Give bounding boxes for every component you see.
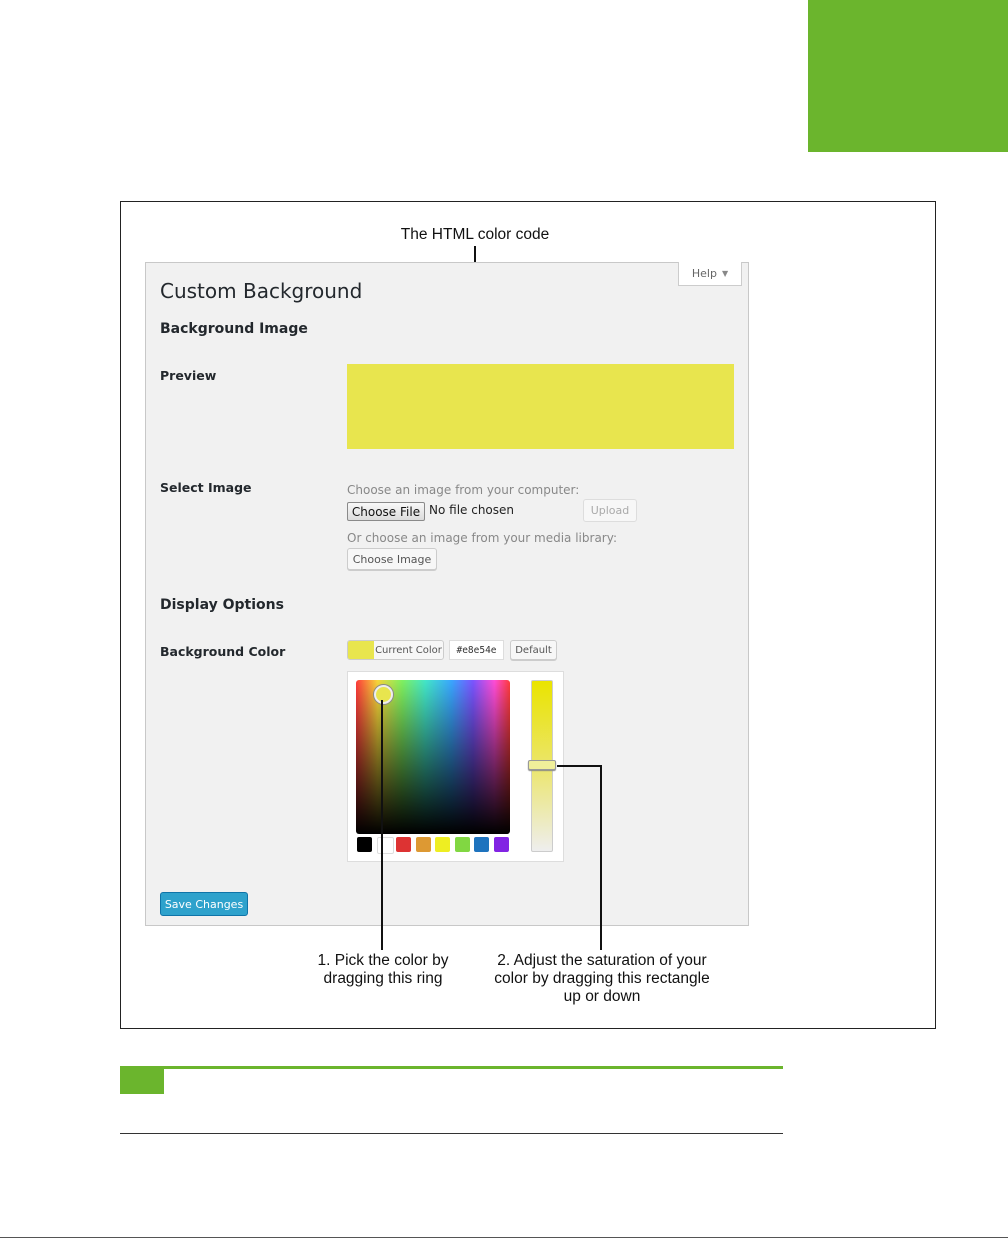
palette-swatch[interactable]: [415, 837, 431, 852]
tip-divider: [120, 1133, 783, 1134]
callout-html-color-code: The HTML color code: [400, 226, 550, 243]
chapter-tab: [808, 0, 1008, 152]
callout-line-slider-h: [557, 765, 601, 767]
tip-icon-box: [120, 1069, 164, 1094]
library-hint: Or choose an image from your media libra…: [347, 531, 617, 545]
caret-down-icon: ▼: [721, 269, 729, 278]
computer-hint: Choose an image from your computer:: [347, 483, 580, 497]
palette-swatch[interactable]: [396, 837, 411, 852]
current-color-swatch: [348, 641, 374, 659]
help-label: Help: [691, 267, 717, 280]
palette-swatch[interactable]: [435, 837, 450, 852]
hex-color-input[interactable]: #e8e54e: [449, 640, 504, 660]
callout-adjust-line-1: 2. Adjust the saturation of your: [497, 952, 707, 969]
current-color-label: Current Color: [375, 644, 442, 656]
callout-pick-color-line-1: 1. Pick the color by: [317, 952, 449, 969]
preview-label: Preview: [160, 368, 217, 383]
callout-adjust-line-2: color by dragging this rectangle: [494, 970, 710, 987]
saturation-slider-handle[interactable]: [528, 760, 556, 770]
palette-swatch[interactable]: [357, 837, 372, 852]
choose-image-button[interactable]: Choose Image: [347, 548, 437, 570]
choose-file-button[interactable]: Choose File: [347, 502, 425, 521]
callout-pick-color: 1. Pick the color by dragging this ring: [300, 952, 466, 988]
background-color-label: Background Color: [160, 644, 286, 659]
page-title: Custom Background: [160, 279, 363, 303]
select-image-label: Select Image: [160, 480, 252, 495]
palette-swatch[interactable]: [474, 837, 489, 852]
palette-swatch[interactable]: [493, 837, 509, 852]
callout-line-ring: [381, 700, 383, 950]
current-color-button[interactable]: Current Color: [347, 640, 444, 660]
color-picker-ring[interactable]: [374, 685, 393, 704]
section-title-display-options: Display Options: [160, 597, 284, 613]
background-preview: [347, 364, 734, 449]
section-title-background-image: Background Image: [160, 321, 308, 337]
palette-swatch[interactable]: [376, 837, 394, 854]
callout-adjust-line-3: up or down: [563, 988, 641, 1005]
upload-button[interactable]: Upload: [583, 499, 637, 522]
default-color-button[interactable]: Default: [510, 640, 557, 660]
callout-adjust-saturation: 2. Adjust the saturation of your color b…: [480, 952, 724, 1006]
save-changes-button[interactable]: Save Changes: [160, 892, 248, 916]
callout-line-slider-v: [600, 765, 602, 950]
help-tab[interactable]: Help ▼: [678, 262, 742, 286]
no-file-text: No file chosen: [429, 503, 515, 517]
tip-bar: [120, 1066, 783, 1069]
page-bottom-rule: [0, 1237, 1008, 1238]
palette-swatch[interactable]: [454, 837, 470, 852]
callout-pick-color-line-2: dragging this ring: [323, 970, 443, 987]
